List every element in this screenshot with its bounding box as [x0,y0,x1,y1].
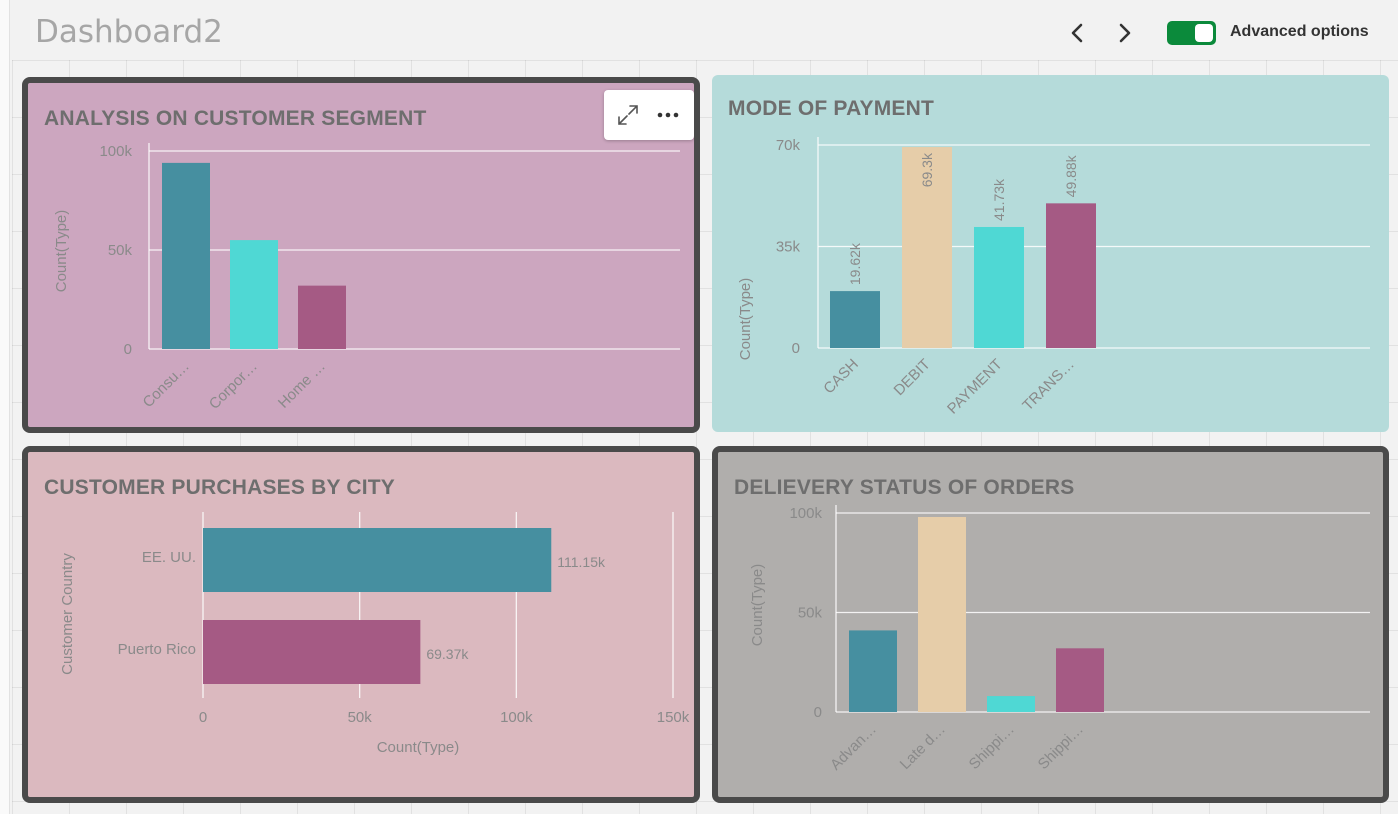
x-tick-label: PAYMENT [944,356,1006,418]
x-tick-label: 100k [500,709,533,726]
x-axis-title: Count(Type) [377,739,460,756]
x-tick-label: 150k [657,709,690,726]
chevron-right-icon [1119,23,1131,43]
bar [974,226,1024,348]
y-axis-title: Count(Type) [53,210,70,293]
next-sheet-button[interactable] [1108,16,1142,50]
x-tick-label: Late d… [897,721,949,773]
toggle-knob [1195,24,1213,42]
x-tick-label: Shippi… [966,721,1018,773]
bar [830,291,880,348]
bar [203,528,552,592]
x-tick-label: DEBIT [891,356,934,399]
expand-button[interactable] [612,99,644,131]
data-label: 69.3k [919,152,935,187]
data-label: 41.73k [991,178,1007,221]
data-label: 111.15k [557,554,606,570]
left-edge-rail [0,0,10,814]
sheet-header: Dashboard2 Advanced options [0,0,1398,66]
x-tick-label: 0 [199,709,207,726]
bar [987,696,1035,712]
bar [849,630,897,712]
y-tick-label: 100k [789,505,822,522]
y-tick-label: 50k [798,605,823,622]
chart-purchases-by-city[interactable]: 0 50k 100k 150k Count(Type) Customer Country E… [28,452,694,797]
chevron-left-icon [1071,23,1083,43]
bar [918,516,966,712]
y-tick-label: 35k [776,239,801,256]
y-tick-label: 50k [108,242,133,259]
data-label: 69.37k [426,646,469,662]
bar [162,162,210,349]
x-tick-label: 50k [348,709,373,726]
chart-customer-segment[interactable]: 0 50k 100k Count(Type) Consu… Corpor… Home … [28,83,694,427]
x-tick-label: Corpor… [206,358,261,413]
more-options-button[interactable] [652,99,684,131]
previous-sheet-button[interactable] [1060,16,1094,50]
panel-delivery-status[interactable]: DELIEVERY STATUS OF ORDERS 0 50k 100k Count… [712,446,1389,803]
more-horizontal-icon [657,112,679,118]
y-tick-label: 0 [124,341,132,358]
y-tick-label: 100k [99,143,132,160]
chart-mode-of-payment[interactable]: 0 35k 70k Count(Type) CASH 19.62k DEBIT 69.3k PA… [712,75,1389,432]
x-tick-label: Home … [275,358,329,412]
panel-customer-segment[interactable]: ANALYSIS ON CUSTOMER SEGMENT 0 50k 100k Cou… [22,77,700,433]
y-tick-label: 0 [792,340,800,357]
data-label: 49.88k [1063,154,1079,197]
y-axis-title: Count(Type) [749,564,766,647]
bar [1056,648,1104,712]
panel-purchases-by-city[interactable]: CUSTOMER PURCHASES BY CITY 0 50k 100k 150k C… [22,446,700,803]
bar [230,240,278,349]
chart-delivery-status[interactable]: 0 50k 100k Count(Type) Advan… Late d… Shippi… S… [718,452,1383,797]
panel-mode-of-payment[interactable]: MODE OF PAYMENT 0 35k 70k Count(Type) CASH 19… [712,75,1389,432]
data-label: 19.62k [847,242,863,285]
y-axis-title: Customer Country [59,553,76,675]
bar [298,285,346,349]
bar [203,620,421,684]
x-tick-label: Shippi… [1035,721,1087,773]
sheet-title: Dashboard2 [35,14,223,50]
x-tick-label: Advan… [827,721,880,774]
y-tick-label: 0 [814,704,822,721]
x-tick-label: Consu… [140,358,193,411]
x-tick-label: CASH [820,356,861,397]
object-toolbar [604,90,694,140]
expand-icon [618,105,638,125]
y-tick-label: Puerto Rico [118,641,196,658]
y-tick-label: 70k [776,137,801,154]
y-axis-title: Count(Type) [737,278,754,361]
y-tick-label: EE. UU. [142,549,196,566]
x-tick-label: TRANS… [1019,356,1078,415]
advanced-options-toggle[interactable] [1167,21,1216,45]
bar [1046,203,1096,348]
advanced-options-label: Advanced options [1230,23,1369,40]
